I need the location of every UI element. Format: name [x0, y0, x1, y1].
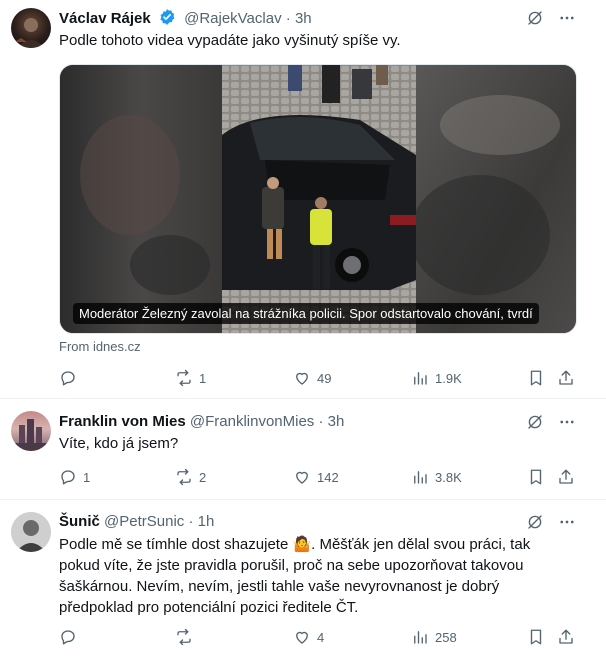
repost-button[interactable]: [175, 627, 199, 647]
views-icon: [414, 631, 427, 644]
author-handle[interactable]: @RajekVaclav: [184, 10, 282, 27]
bookmark-icon: [530, 629, 542, 645]
post-vaclav-rajek[interactable]: Václav Rájek @RajekVaclav · 3h Podle toh…: [0, 0, 606, 399]
post-top-icons: [526, 413, 576, 436]
reply-icon: [61, 630, 75, 645]
repost-button[interactable]: 2: [175, 467, 206, 487]
avatar[interactable]: [11, 411, 51, 451]
bookmark-button[interactable]: [527, 467, 545, 487]
repost-icon: [177, 468, 191, 486]
post-top-icons: [526, 513, 576, 536]
reply-button[interactable]: [59, 627, 83, 647]
post-text: Podle mě se tímhle dost shazujete 🤷. Měš…: [59, 536, 531, 616]
author-handle[interactable]: @FranklinvonMies: [190, 413, 314, 430]
avatar[interactable]: [11, 8, 51, 48]
repost-count: 2: [199, 469, 207, 485]
post-sunic[interactable]: Šunič @PetrSunic · 1h Podle mě se tímhle…: [0, 500, 606, 666]
reply-icon: [61, 470, 75, 485]
post-time[interactable]: 3h: [295, 10, 312, 27]
like-button[interactable]: 49: [293, 368, 331, 388]
bookmark-icon: [530, 469, 542, 485]
post-franklin-von-mies[interactable]: Franklin von Mies @FranklinvonMies · 3h …: [0, 399, 606, 500]
share-button[interactable]: [557, 467, 575, 487]
reply-button[interactable]: [59, 368, 83, 388]
views-button[interactable]: 3.8K: [411, 467, 462, 487]
avatar-image: [11, 512, 51, 552]
video-thumbnail: [60, 65, 576, 333]
post-header: Franklin von Mies @FranklinvonMies · 3h: [59, 412, 344, 432]
repost-button[interactable]: 1: [175, 368, 206, 388]
post-top-icons: [526, 9, 576, 32]
views-icon: [414, 471, 427, 484]
share-icon: [559, 370, 573, 385]
bookmark-button[interactable]: [527, 368, 545, 388]
like-icon: [296, 631, 308, 644]
view-count: 258: [435, 629, 457, 645]
views-button[interactable]: 258: [411, 627, 457, 647]
view-count: 3.8K: [435, 469, 462, 485]
reply-icon: [61, 371, 75, 386]
like-icon: [296, 372, 308, 385]
video-caption: Moderátor Železný zavolal na strážníka p…: [73, 303, 539, 324]
avatar-image: [11, 419, 51, 451]
more-icon[interactable]: [558, 413, 576, 436]
reply-button[interactable]: 1: [59, 467, 90, 487]
like-count: 142: [317, 469, 339, 485]
bookmark-icon: [530, 370, 542, 386]
grok-icon[interactable]: [526, 413, 544, 436]
share-icon: [559, 629, 573, 644]
more-icon[interactable]: [558, 9, 576, 32]
author-name[interactable]: Šunič: [59, 513, 100, 530]
post-header: Šunič @PetrSunic · 1h: [59, 512, 214, 532]
share-icon: [559, 469, 573, 484]
grok-icon[interactable]: [526, 9, 544, 32]
repost-count: 1: [199, 370, 207, 386]
post-time[interactable]: 3h: [328, 413, 345, 430]
post-actions: 1 49 1.9K: [59, 368, 577, 388]
like-icon: [296, 471, 308, 484]
like-count: 49: [317, 370, 332, 386]
share-button[interactable]: [557, 368, 575, 388]
separator-dot: ·: [318, 413, 324, 430]
avatar-image: [15, 18, 45, 48]
more-icon[interactable]: [558, 513, 576, 536]
bookmark-button[interactable]: [527, 627, 545, 647]
separator-dot: ·: [285, 10, 291, 27]
author-handle[interactable]: @PetrSunic: [104, 513, 184, 530]
post-text: Podle tohoto videa vypadáte jako vyšinut…: [59, 32, 401, 49]
like-button[interactable]: 4: [293, 627, 324, 647]
grok-icon[interactable]: [526, 513, 544, 536]
view-count: 1.9K: [435, 370, 462, 386]
like-count: 4: [317, 629, 325, 645]
like-button[interactable]: 142: [293, 467, 339, 487]
views-button[interactable]: 1.9K: [411, 368, 462, 388]
share-button[interactable]: [557, 627, 575, 647]
repost-icon: [177, 628, 191, 646]
post-time[interactable]: 1h: [198, 513, 215, 530]
views-icon: [414, 372, 427, 385]
author-name[interactable]: Franklin von Mies: [59, 413, 186, 430]
link-source[interactable]: From idnes.cz: [59, 339, 141, 354]
avatar[interactable]: [11, 512, 51, 552]
post-actions: 1 2 142 3.8K: [59, 467, 577, 487]
post-actions: 4 258: [59, 627, 577, 647]
verified-badge-icon: [158, 8, 176, 32]
repost-icon: [177, 369, 191, 387]
separator-dot: ·: [188, 513, 194, 530]
post-text: Víte, kdo já jsem?: [59, 435, 179, 452]
author-name[interactable]: Václav Rájek: [59, 10, 151, 27]
reply-count: 1: [83, 469, 91, 485]
post-header: Václav Rájek @RajekVaclav · 3h: [59, 8, 312, 32]
video-card[interactable]: Moderátor Železný zavolal na strážníka p…: [59, 64, 577, 334]
